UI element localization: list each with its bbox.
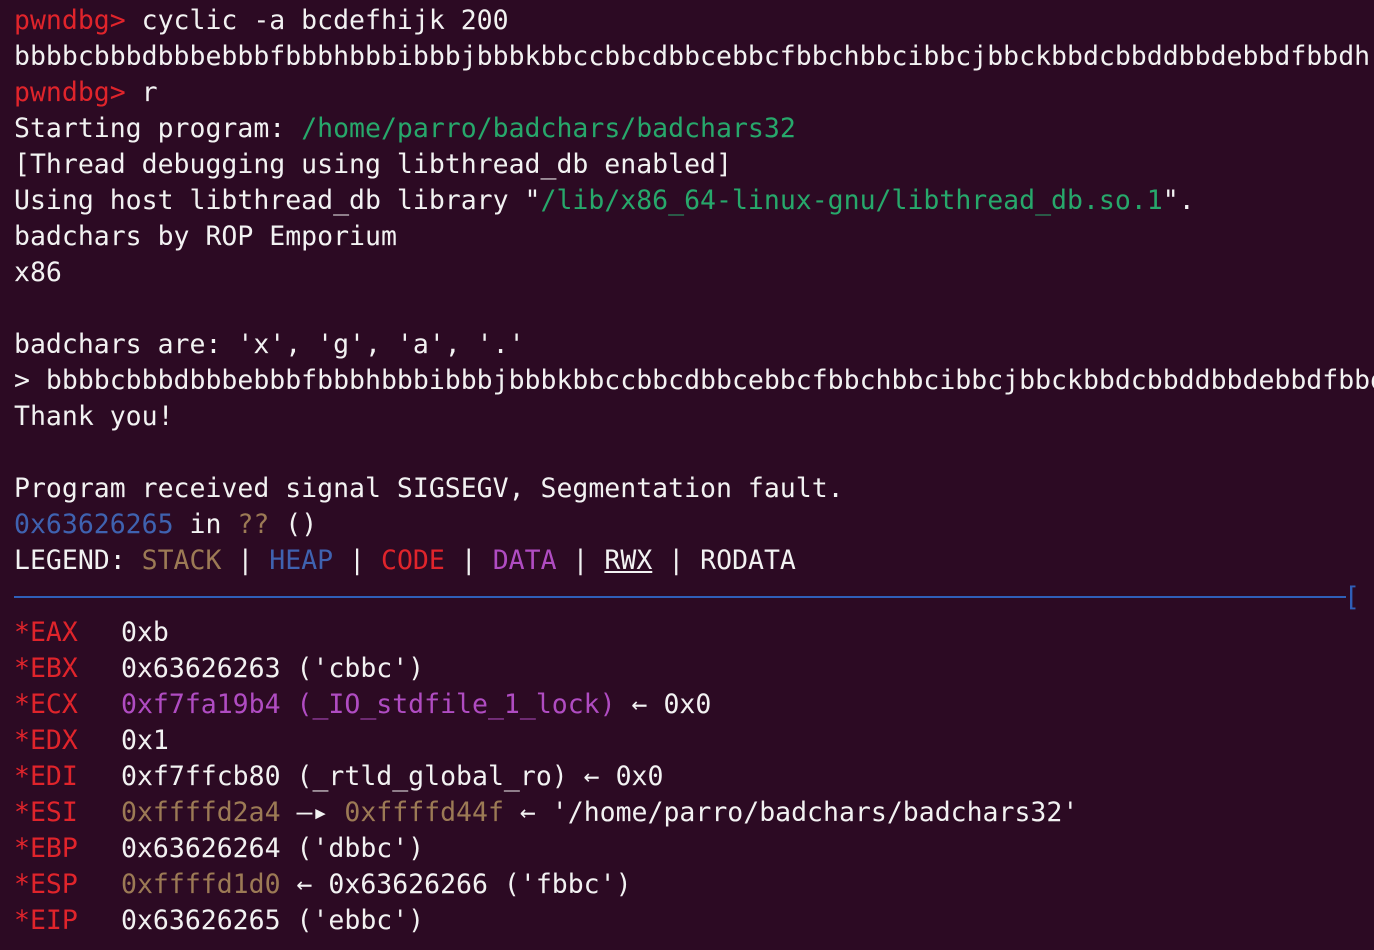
libthread-suffix: ".	[1162, 185, 1195, 216]
input-echo: > bbbbcbbbdbbbebbbfbbbhbbbibbbjbbbkbbccb…	[14, 365, 1374, 396]
register-value-eax: 0xb	[121, 617, 169, 648]
esp-address: 0xffffd1d0	[121, 869, 281, 900]
legend-rwx: RWX	[604, 545, 653, 576]
legend-sep: |	[221, 545, 270, 576]
register-name-ecx: *ECX	[14, 689, 78, 720]
program-banner: badchars by ROP Emporium	[14, 221, 397, 252]
legend-heap: HEAP	[269, 545, 334, 576]
thread-debugging-line: [Thread debugging using libthread_db ena…	[14, 149, 732, 180]
thanks-line: Thank you!	[14, 401, 174, 432]
crash-unknown: ??	[237, 509, 270, 540]
register-value-esi: 0xffffd2a4 —▸ 0xffffd44f ← '/home/parro/…	[121, 795, 1078, 831]
legend-code: CODE	[381, 545, 445, 576]
starting-program-line: Starting program: /home/parro/badchars/b…	[14, 111, 796, 147]
register-name-ebp: *EBP	[14, 833, 78, 864]
legend-sep: |	[652, 545, 701, 576]
legend-stack: STACK	[141, 545, 222, 576]
esi-address: 0xffffd2a4	[121, 797, 281, 828]
crash-address: 0x63626265	[14, 509, 174, 540]
register-name-esp: *ESP	[14, 869, 78, 900]
legend-line: LEGEND: STACK | HEAP | CODE | DATA | RWX…	[14, 543, 796, 579]
signal-line: Program received signal SIGSEGV, Segment…	[14, 473, 844, 504]
crash-location-line: 0x63626265 in ?? ()	[14, 507, 317, 543]
register-name-edx: *EDX	[14, 725, 78, 756]
legend-sep: |	[333, 545, 381, 576]
starting-label: Starting program:	[14, 113, 302, 144]
legend-sep: |	[556, 545, 605, 576]
terminal-window[interactable]: pwndbg> cyclic -a bcdefhijk 200 bbbbcbbb…	[0, 0, 1374, 950]
legend-sep: |	[444, 545, 493, 576]
command-line-cyclic: pwndbg> cyclic -a bcdefhijk 200	[14, 3, 509, 39]
register-name-eip: *EIP	[14, 905, 78, 936]
badchars-line: badchars are: 'x', 'g', 'a', '.'	[14, 329, 525, 360]
section-divider	[14, 596, 1346, 598]
libthread-line: Using host libthread_db library "/lib/x8…	[14, 183, 1195, 219]
register-name-esi: *ESI	[14, 797, 78, 828]
register-value-ebp: 0x63626264 ('dbbc')	[121, 833, 425, 864]
libthread-prefix: Using host libthread_db library "	[14, 185, 541, 216]
legend-data: DATA	[492, 545, 557, 576]
ecx-address: 0xf7fa19b4 (_IO_stdfile_1_lock)	[121, 689, 616, 720]
ecx-pointee: ← 0x0	[615, 689, 712, 720]
register-value-ecx: 0xf7fa19b4 (_IO_stdfile_1_lock) ← 0x0	[121, 687, 711, 723]
legend-label: LEGEND:	[14, 545, 142, 576]
register-value-eip: 0x63626265 ('ebbc')	[121, 905, 425, 936]
arch-line: x86	[14, 257, 62, 288]
esp-pointee: ← 0x63626266 ('fbbc')	[280, 869, 632, 900]
command-line-run: pwndbg> r	[14, 75, 158, 111]
register-value-ebx: 0x63626263 ('cbbc')	[121, 653, 425, 684]
legend-rodata: RODATA	[700, 545, 796, 576]
register-name-ebx: *EBX	[14, 653, 78, 684]
esi-pointee: ← '/home/parro/badchars/badchars32'	[503, 797, 1079, 828]
prompt: pwndbg>	[14, 5, 126, 36]
register-name-eax: *EAX	[14, 617, 78, 648]
crash-parens: ()	[269, 509, 318, 540]
divider-bracket: [	[1344, 582, 1360, 613]
esi-arrow: —▸	[280, 797, 345, 828]
register-value-edi: 0xf7ffcb80 (_rtld_global_ro) ← 0x0	[121, 761, 664, 792]
crash-in: in	[173, 509, 238, 540]
register-value-edx: 0x1	[121, 725, 169, 756]
command-text: r	[125, 77, 158, 108]
libthread-path: /lib/x86_64-linux-gnu/libthread_db.so.1	[540, 185, 1163, 216]
command-text: cyclic -a bcdefhijk 200	[125, 5, 509, 36]
program-path: /home/parro/badchars/badchars32	[301, 113, 796, 144]
cyclic-output: bbbbcbbbdbbbebbbfbbbhbbbibbbjbbbkbbccbbc…	[14, 41, 1371, 72]
prompt: pwndbg>	[14, 77, 126, 108]
register-name-edi: *EDI	[14, 761, 78, 792]
register-value-esp: 0xffffd1d0 ← 0x63626266 ('fbbc')	[121, 867, 632, 903]
esi-address-2: 0xffffd44f	[344, 797, 504, 828]
